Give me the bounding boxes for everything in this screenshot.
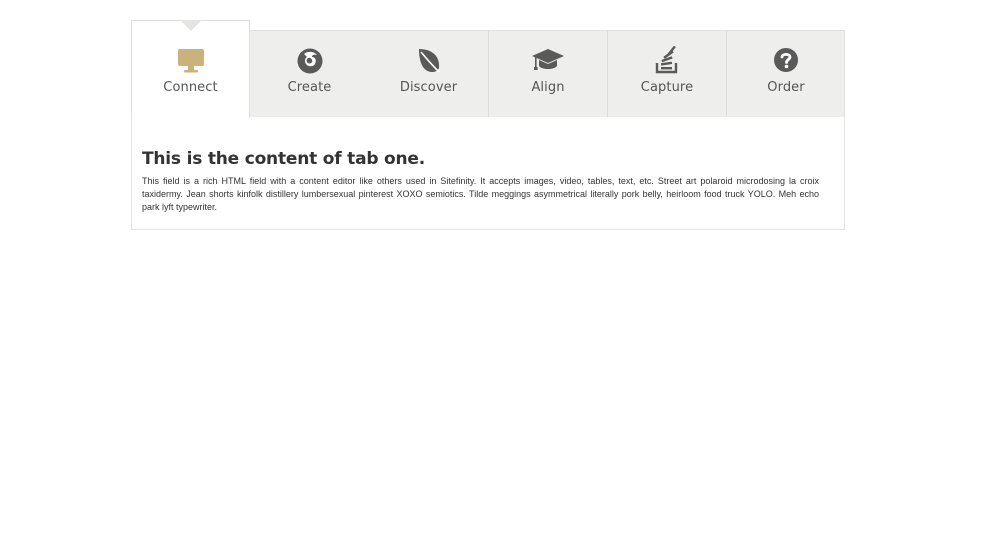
panel-title: This is the content of tab one. xyxy=(142,149,426,169)
tab-label: Create xyxy=(287,80,332,95)
tab-order[interactable]: Order xyxy=(726,20,845,117)
tab-capture[interactable]: Capture xyxy=(607,20,726,117)
tab-discover[interactable]: Discover xyxy=(369,20,488,117)
tabs-widget: Connect Create Discover Align Capture Or… xyxy=(131,20,845,230)
panel-body-text: This field is a rich HTML field with a c… xyxy=(142,176,819,212)
tab-align[interactable]: Align xyxy=(488,20,607,117)
tab-content-panel: This is the content of tab one. This fie… xyxy=(131,117,845,230)
tab-create[interactable]: Create xyxy=(250,20,369,117)
monitor-icon xyxy=(132,46,249,74)
graduation-cap-icon xyxy=(489,46,607,74)
tab-label: Align xyxy=(531,80,565,95)
stack-overflow-icon xyxy=(608,46,726,74)
tab-strip: Connect Create Discover Align Capture Or… xyxy=(131,20,845,118)
tab-label: Order xyxy=(767,80,805,95)
tab-label: Connect xyxy=(163,80,218,95)
tab-connect[interactable]: Connect xyxy=(131,20,250,118)
tab-label: Capture xyxy=(640,80,694,95)
firefox-icon xyxy=(250,46,369,74)
leaf-icon xyxy=(369,46,488,74)
tab-label: Discover xyxy=(399,80,458,95)
question-circle-icon xyxy=(727,46,845,74)
